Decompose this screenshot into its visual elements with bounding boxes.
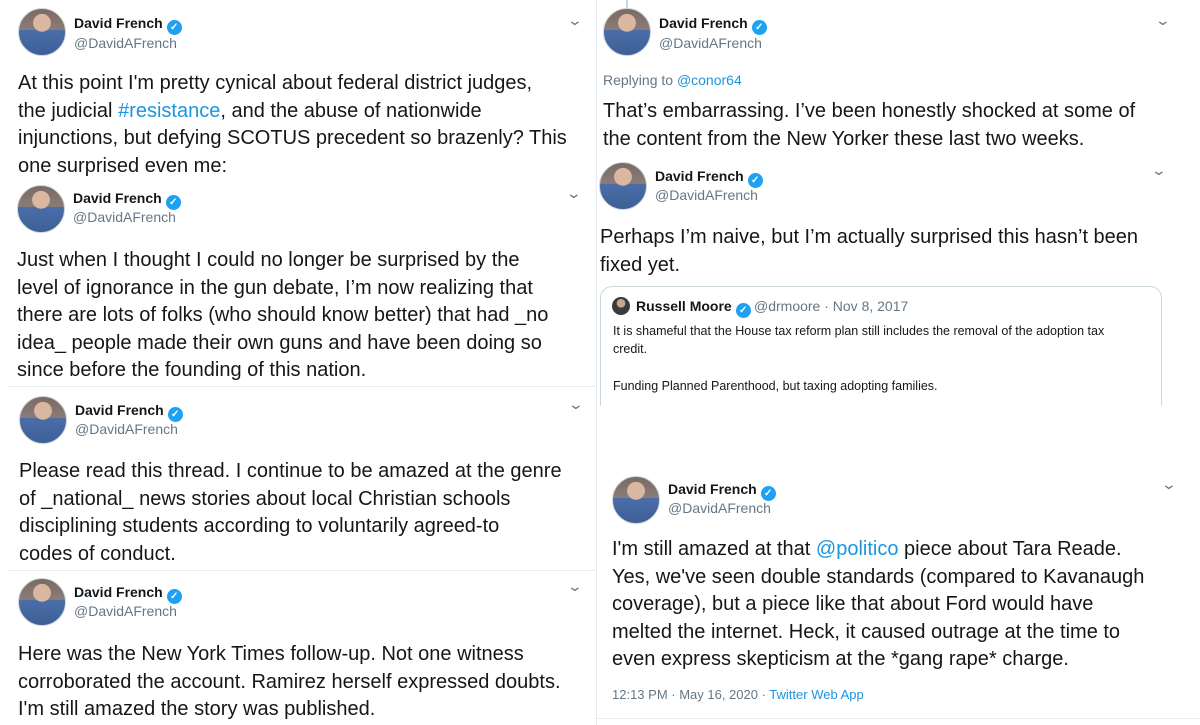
avatar[interactable]	[599, 162, 647, 210]
quoted-date: · Nov 8, 2017	[824, 298, 909, 314]
chevron-down-icon[interactable]: ⌄	[567, 578, 583, 595]
author-handle[interactable]: @DavidAFrench	[659, 35, 762, 51]
avatar[interactable]	[18, 578, 66, 626]
author-handle[interactable]: @DavidAFrench	[73, 209, 176, 225]
avatar[interactable]	[18, 8, 66, 56]
tweet-text: That’s embarrassing. I’ve been honestly …	[603, 100, 1136, 150]
verified-badge-icon: ✓	[165, 195, 181, 210]
avatar[interactable]	[612, 476, 660, 524]
verified-badge-icon: ✓	[747, 173, 763, 188]
verified-badge-icon: ✓	[735, 303, 751, 318]
quoted-avatar[interactable]	[612, 297, 630, 315]
chevron-down-icon[interactable]: ⌄	[568, 396, 584, 413]
tweet-text: Just when I thought I could no longer be…	[17, 249, 549, 381]
quoted-author-handle[interactable]: @drmoore · Nov 8, 2017	[754, 298, 908, 314]
author-name[interactable]: David French ✓	[74, 584, 182, 604]
verified-badge-icon: ✓	[167, 407, 183, 422]
tweet-text: Perhaps I’m naive, but I’m actually surp…	[600, 226, 1139, 276]
avatar[interactable]	[603, 8, 651, 56]
chevron-down-icon[interactable]: ⌄	[566, 185, 582, 202]
author-name[interactable]: David French ✓	[655, 168, 763, 188]
verified-badge-icon: ✓	[760, 486, 776, 501]
verified-badge-icon: ✓	[166, 589, 182, 604]
author-name[interactable]: David French ✓	[668, 481, 776, 501]
tweet-text: Here was the New York Times follow-up. N…	[18, 643, 561, 720]
source-app-link[interactable]: Twitter Web App	[769, 687, 863, 702]
author-handle[interactable]: @DavidAFrench	[74, 603, 177, 619]
author-handle[interactable]: @DavidAFrench	[655, 187, 758, 203]
thread-connector-line	[626, 0, 628, 8]
author-handle[interactable]: @DavidAFrench	[75, 421, 178, 437]
tweet-text: Please read this thread. I continue to b…	[19, 460, 562, 565]
divider	[8, 386, 596, 387]
quoted-author-name[interactable]: Russell Moore ✓	[636, 298, 751, 318]
avatar[interactable]	[17, 185, 65, 233]
replying-to-label: Replying to @conor64	[603, 72, 742, 88]
reply-mention-link[interactable]: @conor64	[677, 72, 742, 88]
author-name[interactable]: David French ✓	[75, 402, 183, 422]
tweet-text: At this point I'm pretty cynical about f…	[18, 72, 567, 177]
chevron-down-icon[interactable]: ⌄	[567, 12, 583, 29]
author-handle[interactable]: @DavidAFrench	[668, 500, 771, 516]
tweet-card-1[interactable]: David French ✓ @DavidAFrench ⌄ At this po…	[0, 0, 596, 183]
author-name[interactable]: David French ✓	[73, 190, 181, 210]
chevron-down-icon[interactable]: ⌄	[1151, 162, 1167, 179]
author-name[interactable]: David French ✓	[659, 15, 767, 35]
quoted-text: It is shameful that the House tax reform…	[613, 324, 1105, 393]
tweet-card-6[interactable]: David French ✓ @DavidAFrench ⌄ Perhaps I’…	[597, 158, 1200, 406]
author-name[interactable]: David French ✓	[74, 15, 182, 35]
tweet-card-3[interactable]: David French ✓ @DavidAFrench ⌄ Please rea…	[0, 392, 596, 567]
avatar[interactable]	[19, 396, 67, 444]
verified-badge-icon: ✓	[751, 20, 767, 35]
chevron-down-icon[interactable]: ⌄	[1161, 476, 1177, 493]
author-handle[interactable]: @DavidAFrench	[74, 35, 177, 51]
quoted-tweet[interactable]: Russell Moore ✓ @drmoore · Nov 8, 2017 It…	[600, 286, 1162, 406]
tweet-card-4[interactable]: David French ✓ @DavidAFrench ⌄ Here was t…	[0, 575, 596, 725]
chevron-down-icon[interactable]: ⌄	[1155, 12, 1171, 29]
tweet-timestamp[interactable]: 12:13 PM · May 16, 2020 · Twitter Web Ap…	[612, 687, 864, 702]
hashtag-link[interactable]: #resistance	[118, 100, 220, 122]
tweet-card-5[interactable]: David French ✓ @DavidAFrench ⌄ Replying t…	[597, 0, 1200, 158]
divider	[8, 570, 596, 571]
verified-badge-icon: ✓	[166, 20, 182, 35]
tweet-card-7[interactable]: David French ✓ @DavidAFrench ⌄ I'm still …	[597, 466, 1200, 719]
mention-link[interactable]: @politico	[816, 538, 899, 560]
tweet-card-2[interactable]: David French ✓ @DavidAFrench ⌄ Just when …	[8, 183, 596, 386]
tweet-text: I'm still amazed at that @politico piece…	[612, 538, 1145, 670]
